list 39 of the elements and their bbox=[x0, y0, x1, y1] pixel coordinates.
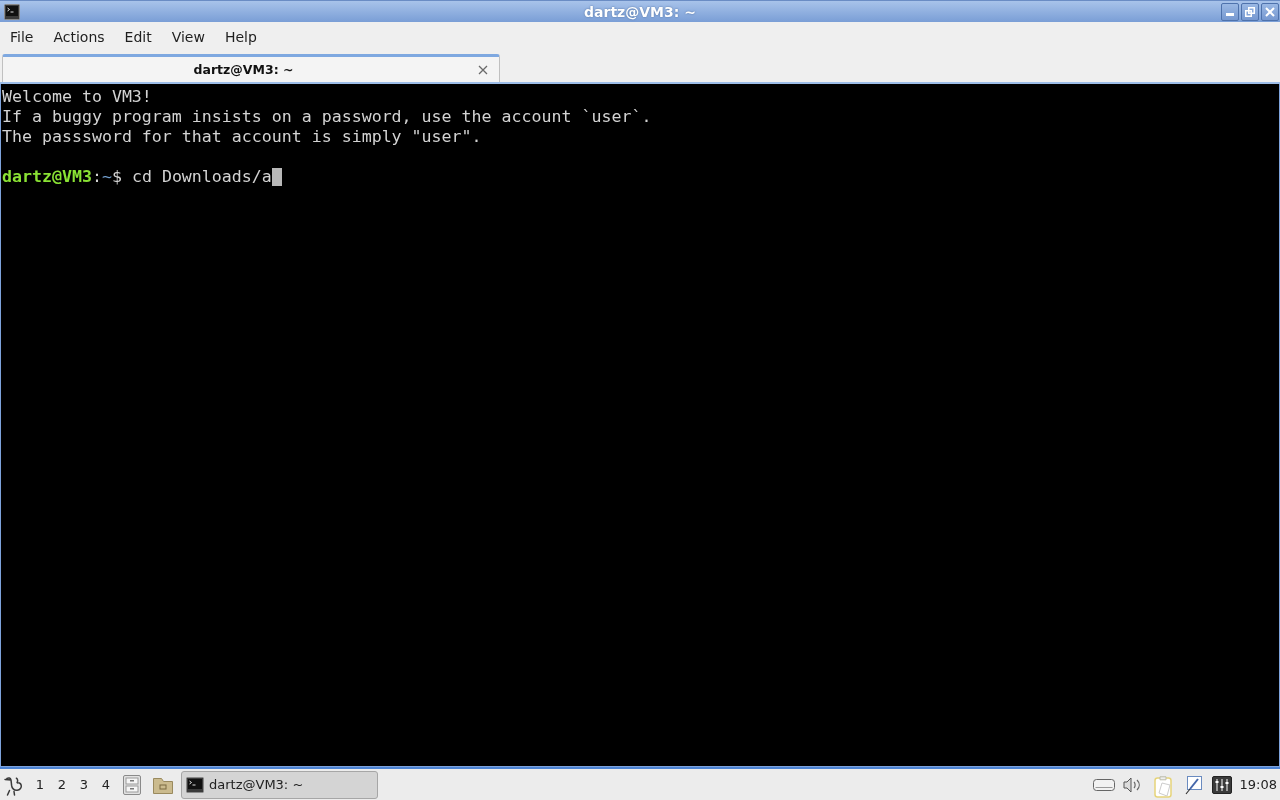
drive-button[interactable] bbox=[1092, 778, 1115, 791]
menu-item[interactable]: Edit bbox=[114, 29, 162, 45]
workspace-button[interactable]: 2 bbox=[51, 772, 73, 797]
menu-item[interactable]: Help bbox=[214, 29, 267, 45]
clipboard-button[interactable] bbox=[1153, 775, 1174, 798]
speaker-icon bbox=[1122, 776, 1141, 793]
file-manager-button[interactable] bbox=[153, 775, 173, 794]
maximize-button[interactable] bbox=[1241, 2, 1259, 21]
pen-icon bbox=[1183, 774, 1204, 795]
minimize-button[interactable] bbox=[1221, 2, 1239, 21]
prompt-line: dartz@VM3:~$ cd Downloads/a bbox=[2, 167, 272, 187]
close-icon bbox=[478, 64, 488, 75]
restore-icon bbox=[1245, 6, 1255, 17]
minimize-icon bbox=[1226, 13, 1234, 16]
volume-button[interactable] bbox=[1122, 776, 1141, 793]
terminal-icon bbox=[186, 776, 204, 793]
close-button[interactable] bbox=[1261, 2, 1279, 21]
show-desktop-button[interactable] bbox=[123, 774, 141, 795]
workspace-button[interactable]: 1 bbox=[29, 772, 51, 797]
close-icon bbox=[1265, 6, 1275, 17]
file-cabinet-icon bbox=[123, 774, 141, 795]
terminal-icon bbox=[4, 3, 20, 20]
folder-icon bbox=[153, 775, 173, 794]
sliders-button[interactable] bbox=[1211, 775, 1232, 794]
task-button[interactable]: dartz@VM3: ~ bbox=[181, 770, 378, 799]
window-title: dartz@VM3: ~ bbox=[584, 3, 696, 20]
drive-icon bbox=[1092, 778, 1115, 791]
clock[interactable]: 19:08 bbox=[1239, 777, 1277, 792]
sliders-icon bbox=[1211, 775, 1232, 794]
workspace-button[interactable]: 4 bbox=[95, 772, 117, 797]
menu-item[interactable]: File bbox=[0, 29, 44, 45]
terminal-text: The passsword for that account is simply "user". bbox=[2, 127, 482, 147]
menu-item[interactable]: View bbox=[161, 29, 215, 45]
pen-button[interactable] bbox=[1183, 774, 1204, 795]
terminal-tab[interactable]: dartz@VM3: ~ bbox=[2, 54, 500, 82]
menu-item[interactable]: Actions bbox=[43, 29, 115, 45]
workspace-button[interactable]: 3 bbox=[73, 772, 95, 797]
terminal-text: Welcome to VM3! bbox=[2, 87, 152, 107]
terminal-text: If a buggy program insists on a password, use the account `user`. bbox=[2, 107, 652, 127]
